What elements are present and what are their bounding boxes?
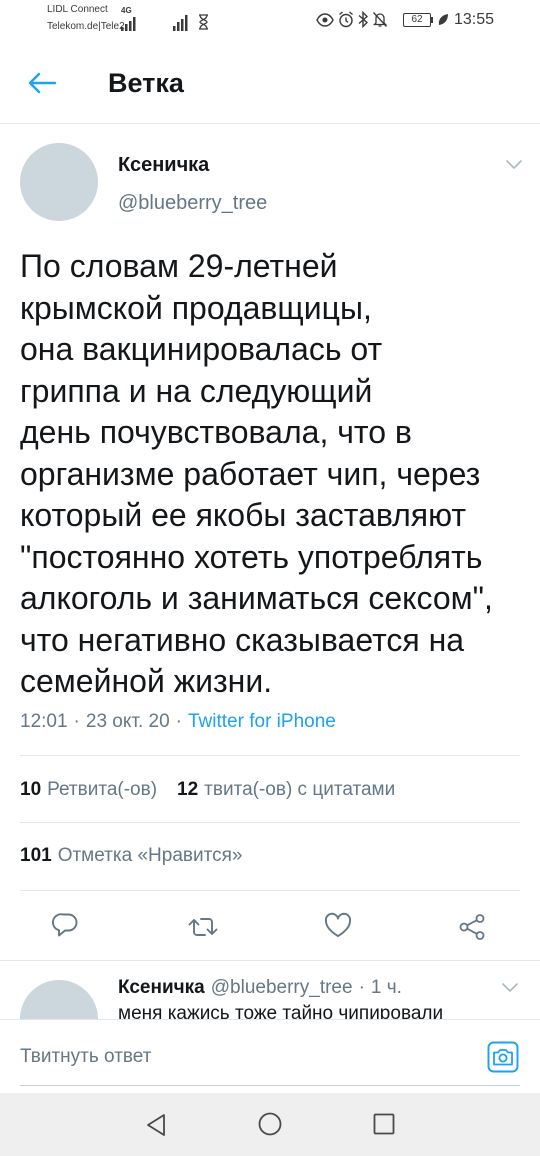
like-count: 101 bbox=[20, 845, 52, 866]
compose-underline bbox=[20, 1085, 520, 1086]
nav-recents-button[interactable] bbox=[364, 1104, 404, 1144]
tweet-meta: 12:01 · 23 окт. 20 · Twitter for iPhone bbox=[20, 710, 336, 734]
tweet-stats: 10 Ретвита(-ов) 12 твита(-ов) с цитатами bbox=[20, 778, 395, 802]
navigation-bar bbox=[0, 1093, 540, 1156]
divider bbox=[20, 890, 520, 891]
top-app-bar: Ветка bbox=[0, 40, 540, 123]
tweet-time: 12:01 bbox=[20, 711, 68, 732]
tweet-text-line: гриппа и на следующий bbox=[20, 372, 373, 409]
reply-age: 1 ч. bbox=[370, 977, 402, 998]
author-handle[interactable]: @blueberry_tree bbox=[118, 190, 267, 216]
thread-screen: LIDL Connect Telekom.de|Tele2 4G 62 13:5… bbox=[0, 0, 540, 1156]
avatar[interactable] bbox=[20, 143, 98, 221]
divider bbox=[20, 755, 520, 756]
reply-input[interactable]: Твитнуть ответ bbox=[20, 1045, 460, 1069]
meta-separator: · bbox=[175, 711, 182, 732]
chevron-down-icon bbox=[506, 160, 522, 169]
reply-author-handle[interactable]: @blueberry_tree bbox=[211, 977, 353, 998]
leaf-icon bbox=[437, 13, 449, 27]
tweet-text-line: который ее якобы заставляют bbox=[20, 497, 467, 533]
camera-button[interactable] bbox=[484, 1038, 522, 1076]
reply-text: меня кажись тоже тайно чипировали bbox=[118, 1003, 444, 1019]
camera-icon bbox=[487, 1041, 519, 1073]
reply-header: Ксеничка @blueberry_tree · 1 ч. bbox=[118, 976, 402, 1000]
reply-icon bbox=[52, 913, 78, 937]
tweet-text-line: она вакцинировалась от bbox=[20, 331, 383, 367]
mute-icon bbox=[372, 11, 388, 28]
reply-author-name[interactable]: Ксеничка bbox=[118, 977, 205, 998]
tweet-text-line: алкоголь и заниматься сексом", bbox=[20, 580, 493, 616]
page-title: Ветка bbox=[108, 68, 184, 98]
tweet-text-line: день почувствовала, что в bbox=[20, 414, 412, 450]
bluetooth-icon bbox=[358, 11, 368, 28]
tweet-text-line: семейной жизни. bbox=[20, 663, 273, 699]
battery-tip bbox=[431, 17, 433, 23]
eye-icon bbox=[316, 12, 334, 28]
signal-icon bbox=[173, 15, 189, 31]
like-label: Отметка «Нравится» bbox=[57, 845, 243, 866]
nav-home-icon bbox=[258, 1112, 282, 1136]
network-type: 4G bbox=[121, 6, 132, 15]
nav-recents-icon bbox=[373, 1113, 395, 1135]
reply-button[interactable] bbox=[46, 905, 86, 945]
author-name[interactable]: Ксеничка bbox=[118, 152, 209, 178]
tweet-text-line: что негативно сказывается на bbox=[20, 621, 465, 658]
meta-separator: · bbox=[73, 711, 80, 732]
carrier-primary: LIDL Connect bbox=[47, 4, 108, 15]
nav-back-button[interactable] bbox=[136, 1104, 176, 1144]
tweet-menu-button[interactable] bbox=[500, 152, 528, 176]
tweet-text-line: крымской продавщицы, bbox=[20, 289, 372, 326]
tweet-text-line: По словам 29-летней bbox=[20, 248, 338, 284]
quote-count: 12 bbox=[177, 779, 199, 800]
reply-separator: · bbox=[358, 977, 365, 998]
likes-stat[interactable]: 101 Отметка «Нравится» bbox=[20, 844, 242, 868]
divider bbox=[20, 822, 520, 823]
battery-icon: 62 bbox=[403, 13, 431, 27]
signal-icon bbox=[121, 17, 137, 31]
nav-home-button[interactable] bbox=[250, 1104, 290, 1144]
hourglass-icon bbox=[198, 14, 209, 30]
header-divider bbox=[0, 123, 540, 124]
battery-level: 62 bbox=[411, 14, 423, 25]
reply-tweet[interactable]: Ксеничка @blueberry_tree · 1 ч. меня кажись… bbox=[0, 961, 540, 1019]
reply-compose-bar: Твитнуть ответ bbox=[0, 1019, 540, 1094]
tweet-text-line: "постоянно хотеть употреблять bbox=[20, 538, 483, 575]
tweet-source-link[interactable]: Twitter for iPhone bbox=[188, 711, 336, 732]
like-button[interactable] bbox=[318, 905, 358, 945]
avatar[interactable] bbox=[20, 980, 98, 1019]
tweet-date: 23 окт. 20 bbox=[85, 711, 170, 732]
carrier-secondary: Telekom.de|Tele2 bbox=[47, 21, 125, 32]
share-button[interactable] bbox=[452, 907, 492, 947]
quote-label: твита(-ов) с цитатами bbox=[204, 779, 396, 800]
tweet-text-line: организме работает чип, через bbox=[20, 455, 481, 492]
status-bar: LIDL Connect Telekom.de|Tele2 4G 62 13:5… bbox=[0, 0, 540, 40]
nav-back-icon bbox=[147, 1114, 165, 1136]
retweet-icon bbox=[188, 918, 218, 936]
alarm-icon bbox=[338, 11, 354, 28]
quotes-stat[interactable]: 12 твита(-ов) с цитатами bbox=[177, 779, 395, 800]
retweet-count: 10 bbox=[20, 779, 42, 800]
retweets-stat[interactable]: 10 Ретвита(-ов) bbox=[20, 779, 157, 800]
retweet-label: Ретвита(-ов) bbox=[47, 779, 158, 800]
status-time: 13:55 bbox=[454, 11, 495, 28]
reply-menu-button[interactable] bbox=[496, 975, 524, 999]
retweet-button[interactable] bbox=[183, 907, 223, 947]
back-button[interactable] bbox=[20, 63, 64, 103]
arrow-left-icon bbox=[28, 72, 56, 94]
like-icon bbox=[324, 912, 352, 937]
chevron-down-icon bbox=[502, 983, 518, 992]
tweet-text: По словам 29-летней крымской продавщицы,… bbox=[20, 246, 493, 703]
share-icon bbox=[459, 914, 485, 940]
